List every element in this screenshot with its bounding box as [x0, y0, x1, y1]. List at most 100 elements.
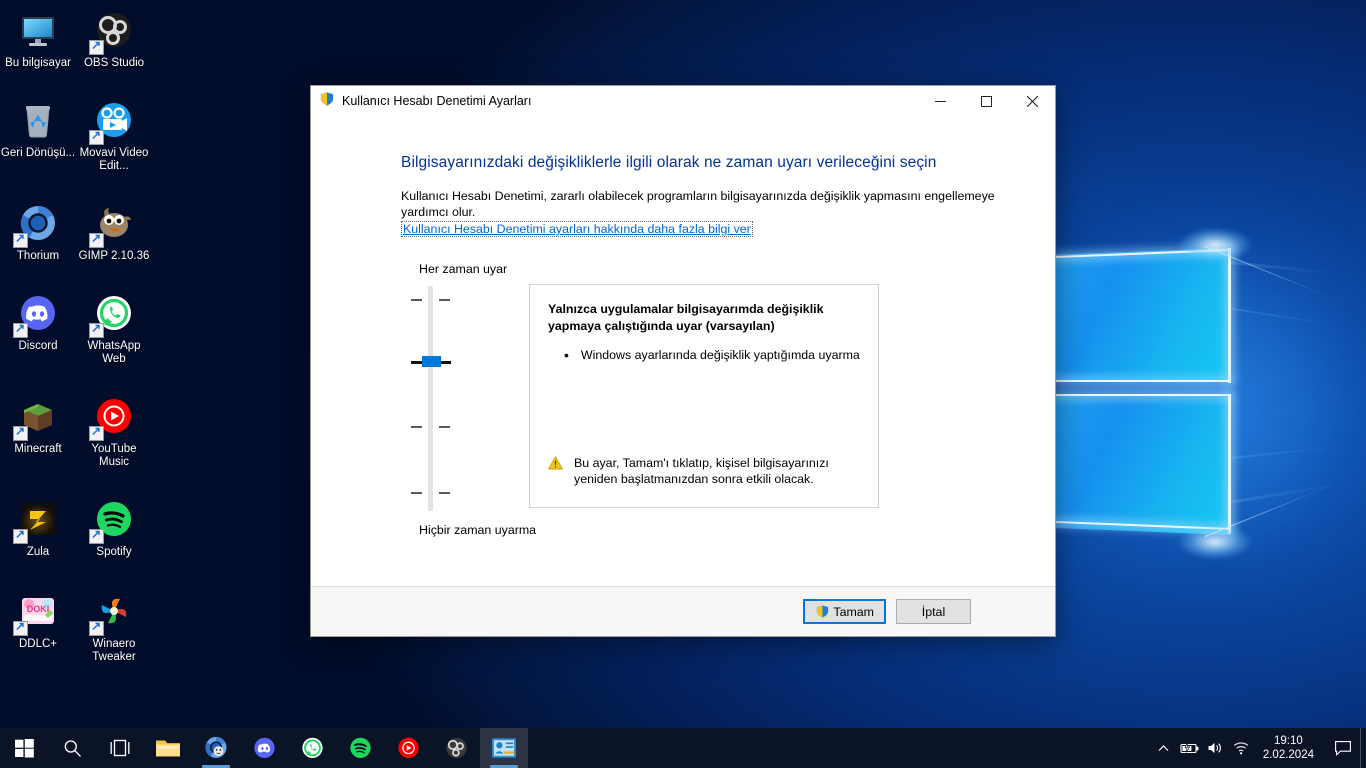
- desktop-icon-obs-studio[interactable]: OBS Studio: [76, 4, 152, 72]
- warning-triangle-icon: [548, 456, 563, 474]
- wallpaper-hotspot: [1178, 525, 1252, 559]
- slider-rail: [428, 286, 433, 511]
- slider-track[interactable]: [401, 286, 457, 511]
- whatsapp-icon[interactable]: [288, 728, 336, 768]
- desktop-icon-winaero-tweaker[interactable]: Winaero Tweaker: [76, 585, 152, 666]
- level-description-panel: Yalnızca uygulamalar bilgisayarımda deği…: [529, 284, 879, 508]
- gimp-icon: [89, 201, 137, 248]
- action-center-icon[interactable]: [1326, 728, 1360, 768]
- page-title: Bilgisayarınızdaki değişikliklerle ilgil…: [401, 154, 937, 171]
- desktop-icon-this-pc[interactable]: Bu bilgisayar: [0, 4, 76, 72]
- minimize-button[interactable]: [917, 86, 963, 116]
- uac-settings-icon[interactable]: [480, 728, 528, 768]
- shortcut-overlay-icon: [13, 424, 28, 441]
- desktop-icon-zula[interactable]: Zula: [0, 493, 76, 561]
- obs-studio-icon[interactable]: [432, 728, 480, 768]
- battery-charging-icon[interactable]: [1177, 728, 1203, 768]
- desktop-icon-label: Geri Dönüşü...: [0, 147, 76, 159]
- ok-button[interactable]: Tamam: [803, 599, 886, 624]
- restart-warning-text: Bu ayar, Tamam'ı tıklatıp, kişisel bilgi…: [574, 456, 829, 486]
- restart-warning-note: Bu ayar, Tamam'ı tıklatıp, kişisel bilgi…: [548, 455, 860, 495]
- maximize-button[interactable]: [963, 86, 1009, 116]
- thorium-browser-icon[interactable]: [192, 728, 240, 768]
- desktop-icon-label: YouTube Music: [91, 443, 137, 468]
- cancel-button[interactable]: İptal: [896, 599, 971, 624]
- this-pc-icon: [15, 8, 61, 54]
- cancel-button-label: İptal: [921, 604, 946, 619]
- slider-tick-level-2[interactable]: [439, 426, 450, 428]
- shortcut-overlay-icon: [13, 231, 28, 248]
- shortcut-overlay-icon: [89, 231, 104, 248]
- file-explorer-icon[interactable]: [144, 728, 192, 768]
- slider-tick-level-3[interactable]: [411, 492, 422, 494]
- start-button[interactable]: [0, 728, 48, 768]
- show-desktop-button[interactable]: [1360, 728, 1366, 768]
- desktop-icon-gimp[interactable]: GIMP 2.10.36: [76, 197, 152, 265]
- uac-shield-icon: [815, 604, 830, 619]
- wallpaper-hotspot: [1178, 228, 1252, 262]
- uac-shield-icon: [319, 91, 335, 112]
- desktop-icon-whatsapp[interactable]: WhatsApp Web: [76, 287, 152, 368]
- clock-time: 19:10: [1274, 735, 1303, 747]
- desktop-icon-label: Movavi Video Edit...: [79, 147, 149, 172]
- wifi-icon[interactable]: [1229, 728, 1255, 768]
- ddlc-plus-icon: DOKI: [13, 589, 61, 636]
- desktop-icon-ddlc-plus[interactable]: DOKI DDLC+: [0, 585, 76, 666]
- desktop-icon-label: Minecraft: [14, 443, 62, 455]
- dialog-body: Bilgisayarınızdaki değişikliklerle ilgil…: [311, 116, 1055, 586]
- wallpaper-pane-edge: [1055, 380, 1231, 382]
- uac-settings-dialog[interactable]: Kullanıcı Hesabı Denetimi Ayarları Bilgi…: [310, 85, 1056, 637]
- list-item-label: Windows ayarlarında değişiklik yaptığımd…: [580, 348, 860, 362]
- desktop-icon-minecraft[interactable]: Minecraft: [0, 390, 76, 471]
- close-button[interactable]: [1009, 86, 1055, 116]
- youtube-music-icon: [89, 394, 137, 441]
- obs-studio-icon: [89, 8, 137, 55]
- shortcut-overlay-icon: [13, 527, 28, 544]
- slider-tick-level-3[interactable]: [439, 492, 450, 494]
- desktop-icon-recycle-bin[interactable]: Geri Dönüşü...: [0, 94, 76, 175]
- desktop-icon-label: Discord: [18, 340, 58, 352]
- desktop-icon-label: Spotify: [96, 546, 132, 558]
- dialog-title: Kullanıcı Hesabı Denetimi Ayarları: [342, 94, 532, 108]
- wallpaper-pane-top-left: [1055, 248, 1230, 382]
- desktop-icon-label: Winaero Tweaker: [92, 638, 136, 663]
- desktop-icon-movavi[interactable]: Movavi Video Edit...: [76, 94, 152, 175]
- discord-icon[interactable]: [240, 728, 288, 768]
- desktop-icon-label: Zula: [26, 546, 50, 558]
- uac-help-link[interactable]: Kullanıcı Hesabı Denetimi ayarları hakkı…: [401, 221, 753, 237]
- desktop-icon-thorium[interactable]: Thorium: [0, 197, 76, 265]
- slider-tick-level-2[interactable]: [411, 426, 422, 428]
- wallpaper-pane-edge: [1228, 394, 1231, 534]
- shortcut-overlay-icon: [89, 321, 104, 338]
- level-description-bullets: • Windows ayarlarında değişiklik yaptığı…: [564, 347, 860, 364]
- desktop-icon-label: DDLC+: [18, 638, 58, 650]
- whatsapp-icon: [89, 291, 137, 338]
- svg-text:DOKI: DOKI: [27, 604, 50, 614]
- show-hidden-icons-chevron[interactable]: [1151, 728, 1177, 768]
- shortcut-overlay-icon: [89, 38, 104, 55]
- spotify-icon[interactable]: [336, 728, 384, 768]
- wallpaper-pane-bottom-left: [1055, 395, 1230, 535]
- dialog-titlebar[interactable]: Kullanıcı Hesabı Denetimi Ayarları: [311, 86, 1055, 116]
- dialog-footer: Tamam İptal: [311, 586, 1055, 636]
- taskbar[interactable]: 19:10 2.02.2024: [0, 728, 1366, 768]
- wallpaper-pane-edge: [1228, 248, 1231, 383]
- desktop-icon-label: GIMP 2.10.36: [78, 250, 150, 262]
- task-view-icon[interactable]: [96, 728, 144, 768]
- taskbar-clock[interactable]: 19:10 2.02.2024: [1255, 728, 1326, 768]
- uac-level-slider[interactable]: Her zaman uyar Hiçbir zaman uyarma: [401, 262, 536, 537]
- level-description-title: Yalnızca uygulamalar bilgisayarımda deği…: [548, 302, 824, 333]
- slider-tick-level-0[interactable]: [439, 299, 450, 301]
- dialog-description: Kullanıcı Hesabı Denetimi, zararlı olabi…: [401, 189, 995, 219]
- system-tray[interactable]: 19:10 2.02.2024: [1151, 728, 1366, 768]
- desktop-icon-youtube-music[interactable]: YouTube Music: [76, 390, 152, 471]
- youtube-music-icon[interactable]: [384, 728, 432, 768]
- search-icon[interactable]: [48, 728, 96, 768]
- volume-icon[interactable]: [1203, 728, 1229, 768]
- desktop-icon-discord[interactable]: Discord: [0, 287, 76, 368]
- slider-thumb[interactable]: [422, 356, 441, 367]
- desktop[interactable]: Bu bilgisayar OBS Studio: [0, 0, 1366, 768]
- desktop-icon-label: Thorium: [16, 250, 60, 262]
- slider-tick-level-0[interactable]: [411, 299, 422, 301]
- desktop-icon-spotify[interactable]: Spotify: [76, 493, 152, 561]
